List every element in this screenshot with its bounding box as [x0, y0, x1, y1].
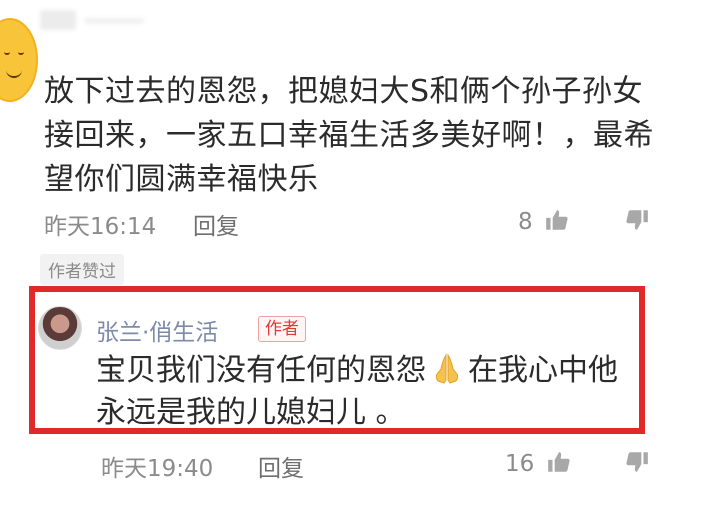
thumbs-up-icon: [546, 210, 568, 230]
reply-author-name[interactable]: 张兰·俏生活: [96, 313, 218, 347]
comment-like-button[interactable]: 8: [518, 207, 570, 235]
author-tag-badge: 作者: [258, 316, 306, 342]
comment-dislike-button[interactable]: [620, 207, 650, 235]
thumbs-down-icon: [626, 452, 648, 472]
thumbs-up-icon: [547, 452, 570, 472]
reply-text-part1: 宝贝我们没有任何的恩怨: [96, 353, 426, 388]
praying-hands-emoji: [430, 352, 464, 386]
reply-like-button[interactable]: 16: [505, 449, 572, 477]
reply-dislike-button[interactable]: [620, 449, 650, 477]
reply-reply-button[interactable]: 回复: [258, 449, 304, 483]
reply-timestamp: 昨天19:40: [101, 456, 214, 482]
reply-like-count: 16: [505, 451, 535, 477]
smiley-avatar-icon[interactable]: [0, 18, 38, 102]
comment-like-count: 8: [518, 209, 533, 235]
comment-text: 放下过去的恩怨，把媳妇大S和俩个孙子孙女接回来，一家五口幸福生活多美好啊！，最希…: [44, 74, 654, 197]
comment-timestamp: 昨天16:14: [44, 214, 157, 240]
thumbs-down-icon: [626, 210, 648, 230]
author-avatar[interactable]: [38, 306, 82, 350]
comment-reply-button[interactable]: 回复: [193, 207, 239, 241]
author-liked-badge: 作者赞过: [40, 254, 124, 285]
previous-comment-header: [40, 0, 270, 40]
reply-text: 宝贝我们没有任何的恩怨 在我心中他永远是我的儿媳妇儿 。: [96, 350, 636, 434]
